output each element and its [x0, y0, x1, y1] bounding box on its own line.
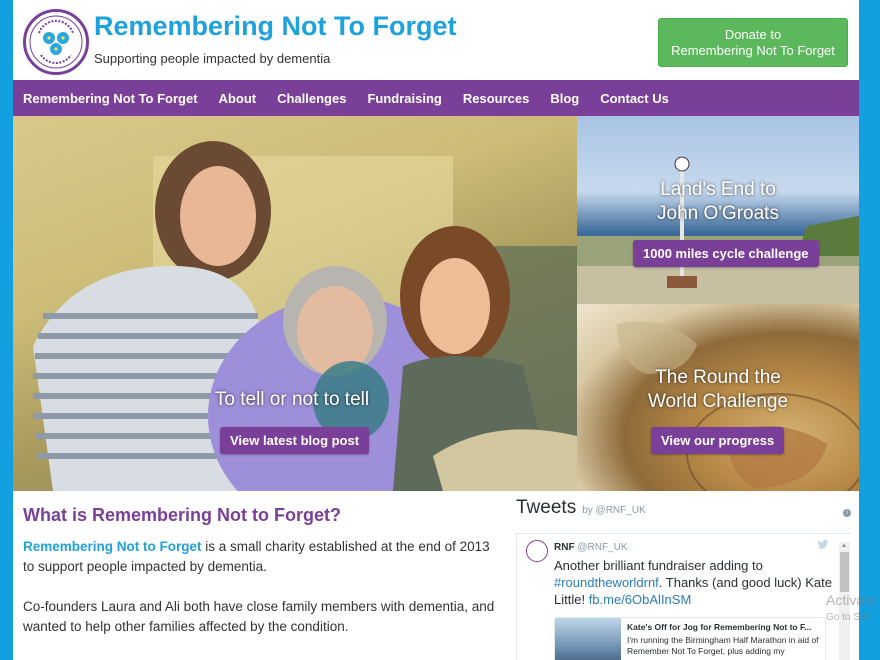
hero-lands-end-slide[interactable]: Land's End to John O'Groats 1000 miles c… [577, 116, 859, 304]
scrollbar-thumb[interactable] [840, 552, 849, 592]
round-the-world-title-line2: World Challenge [647, 391, 789, 412]
cycle-challenge-button[interactable]: 1000 miles cycle challenge [633, 240, 819, 267]
nav-item-about[interactable]: About [219, 91, 257, 106]
hero-round-the-world-slide[interactable]: The Round the World Challenge View our p… [577, 304, 859, 491]
tweet-url-link[interactable]: fb.me/6ObAlInSM [589, 592, 692, 607]
twitter-widget: Tweets by @RNF_UK i RNF @RNF_UK Another … [516, 497, 851, 660]
tweet-card-image [555, 618, 621, 660]
tweet-author-name: RNF [554, 542, 575, 553]
round-the-world-title-line1: The Round the [655, 367, 781, 388]
tweet-author[interactable]: RNF @RNF_UK [554, 542, 628, 553]
tweet-card-title: Kate's Off for Jog for Remembering Not t… [627, 622, 812, 632]
donate-button-line2: Remembering Not To Forget [671, 42, 835, 58]
scroll-up-arrow-icon[interactable]: ▲ [841, 543, 847, 549]
site-title[interactable]: Remembering Not To Forget [94, 11, 457, 42]
forget-me-not-logo-icon [29, 15, 83, 69]
nav-item-resources[interactable]: Resources [463, 91, 529, 106]
twitter-bird-icon[interactable] [817, 540, 829, 550]
lands-end-title-line2: John O'Groats [657, 203, 779, 224]
tweet-author-handle: @RNF_UK [577, 542, 628, 553]
lands-end-title-line1: Land's End to [660, 179, 776, 200]
intro-brand-link[interactable]: Remembering Not to Forget [23, 539, 202, 554]
tweet-link-card[interactable]: Kate's Off for Jog for Remembering Not t… [554, 617, 826, 660]
hero-main-slide[interactable]: To tell or not to tell View latest blog … [13, 116, 577, 491]
avatar[interactable] [526, 540, 548, 562]
intro-heading: What is Remembering Not to Forget? [23, 505, 342, 525]
activate-windows-watermark: Activate [826, 592, 876, 608]
main-nav: Remembering Not To Forget About Challeng… [13, 80, 859, 116]
nav-item-blog[interactable]: Blog [550, 91, 579, 106]
tweet-item: RNF @RNF_UK Another brilliant fundraiser… [516, 533, 851, 660]
intro-paragraph-2: Co-founders Laura and Ali both have clos… [23, 599, 495, 634]
donate-button[interactable]: Donate to Remembering Not To Forget [658, 18, 848, 67]
tweets-title: Tweets [516, 497, 577, 518]
view-latest-blog-post-button[interactable]: View latest blog post [220, 427, 370, 454]
hero-main-title: To tell or not to tell [214, 389, 370, 410]
activate-windows-watermark-sub: Go to Sett [826, 612, 872, 623]
nav-item-fundraising[interactable]: Fundraising [367, 91, 441, 106]
page: Remembering Not To Forget Supporting peo… [13, 0, 859, 660]
nav-item-challenges[interactable]: Challenges [277, 91, 346, 106]
site-header: Remembering Not To Forget Supporting peo… [13, 0, 859, 80]
view-our-progress-button[interactable]: View our progress [651, 427, 785, 454]
info-icon[interactable]: i [843, 509, 851, 517]
intro-section: What is Remembering Not to Forget? Remem… [23, 505, 503, 657]
nav-item-contact-us[interactable]: Contact Us [600, 91, 669, 106]
tweet-hashtag-link[interactable]: #roundtheworldrnf [554, 575, 659, 590]
donate-button-line1: Donate to [724, 26, 782, 42]
tweet-text-part1: Another brilliant fundraiser adding to [554, 558, 763, 573]
site-tagline: Supporting people impacted by dementia [94, 51, 331, 66]
tweet-text: Another brilliant fundraiser adding to #… [554, 557, 839, 608]
nav-item-home[interactable]: Remembering Not To Forget [23, 91, 198, 106]
tweets-header: Tweets by @RNF_UK i [516, 497, 851, 523]
tweet-card-description: I'm running the Birmingham Half Marathon… [627, 635, 819, 656]
intro-paragraph-1: Remembering Not to Forget is a small cha… [23, 537, 503, 577]
tweets-by-handle[interactable]: by @RNF_UK [582, 505, 646, 516]
site-logo[interactable] [23, 9, 89, 75]
